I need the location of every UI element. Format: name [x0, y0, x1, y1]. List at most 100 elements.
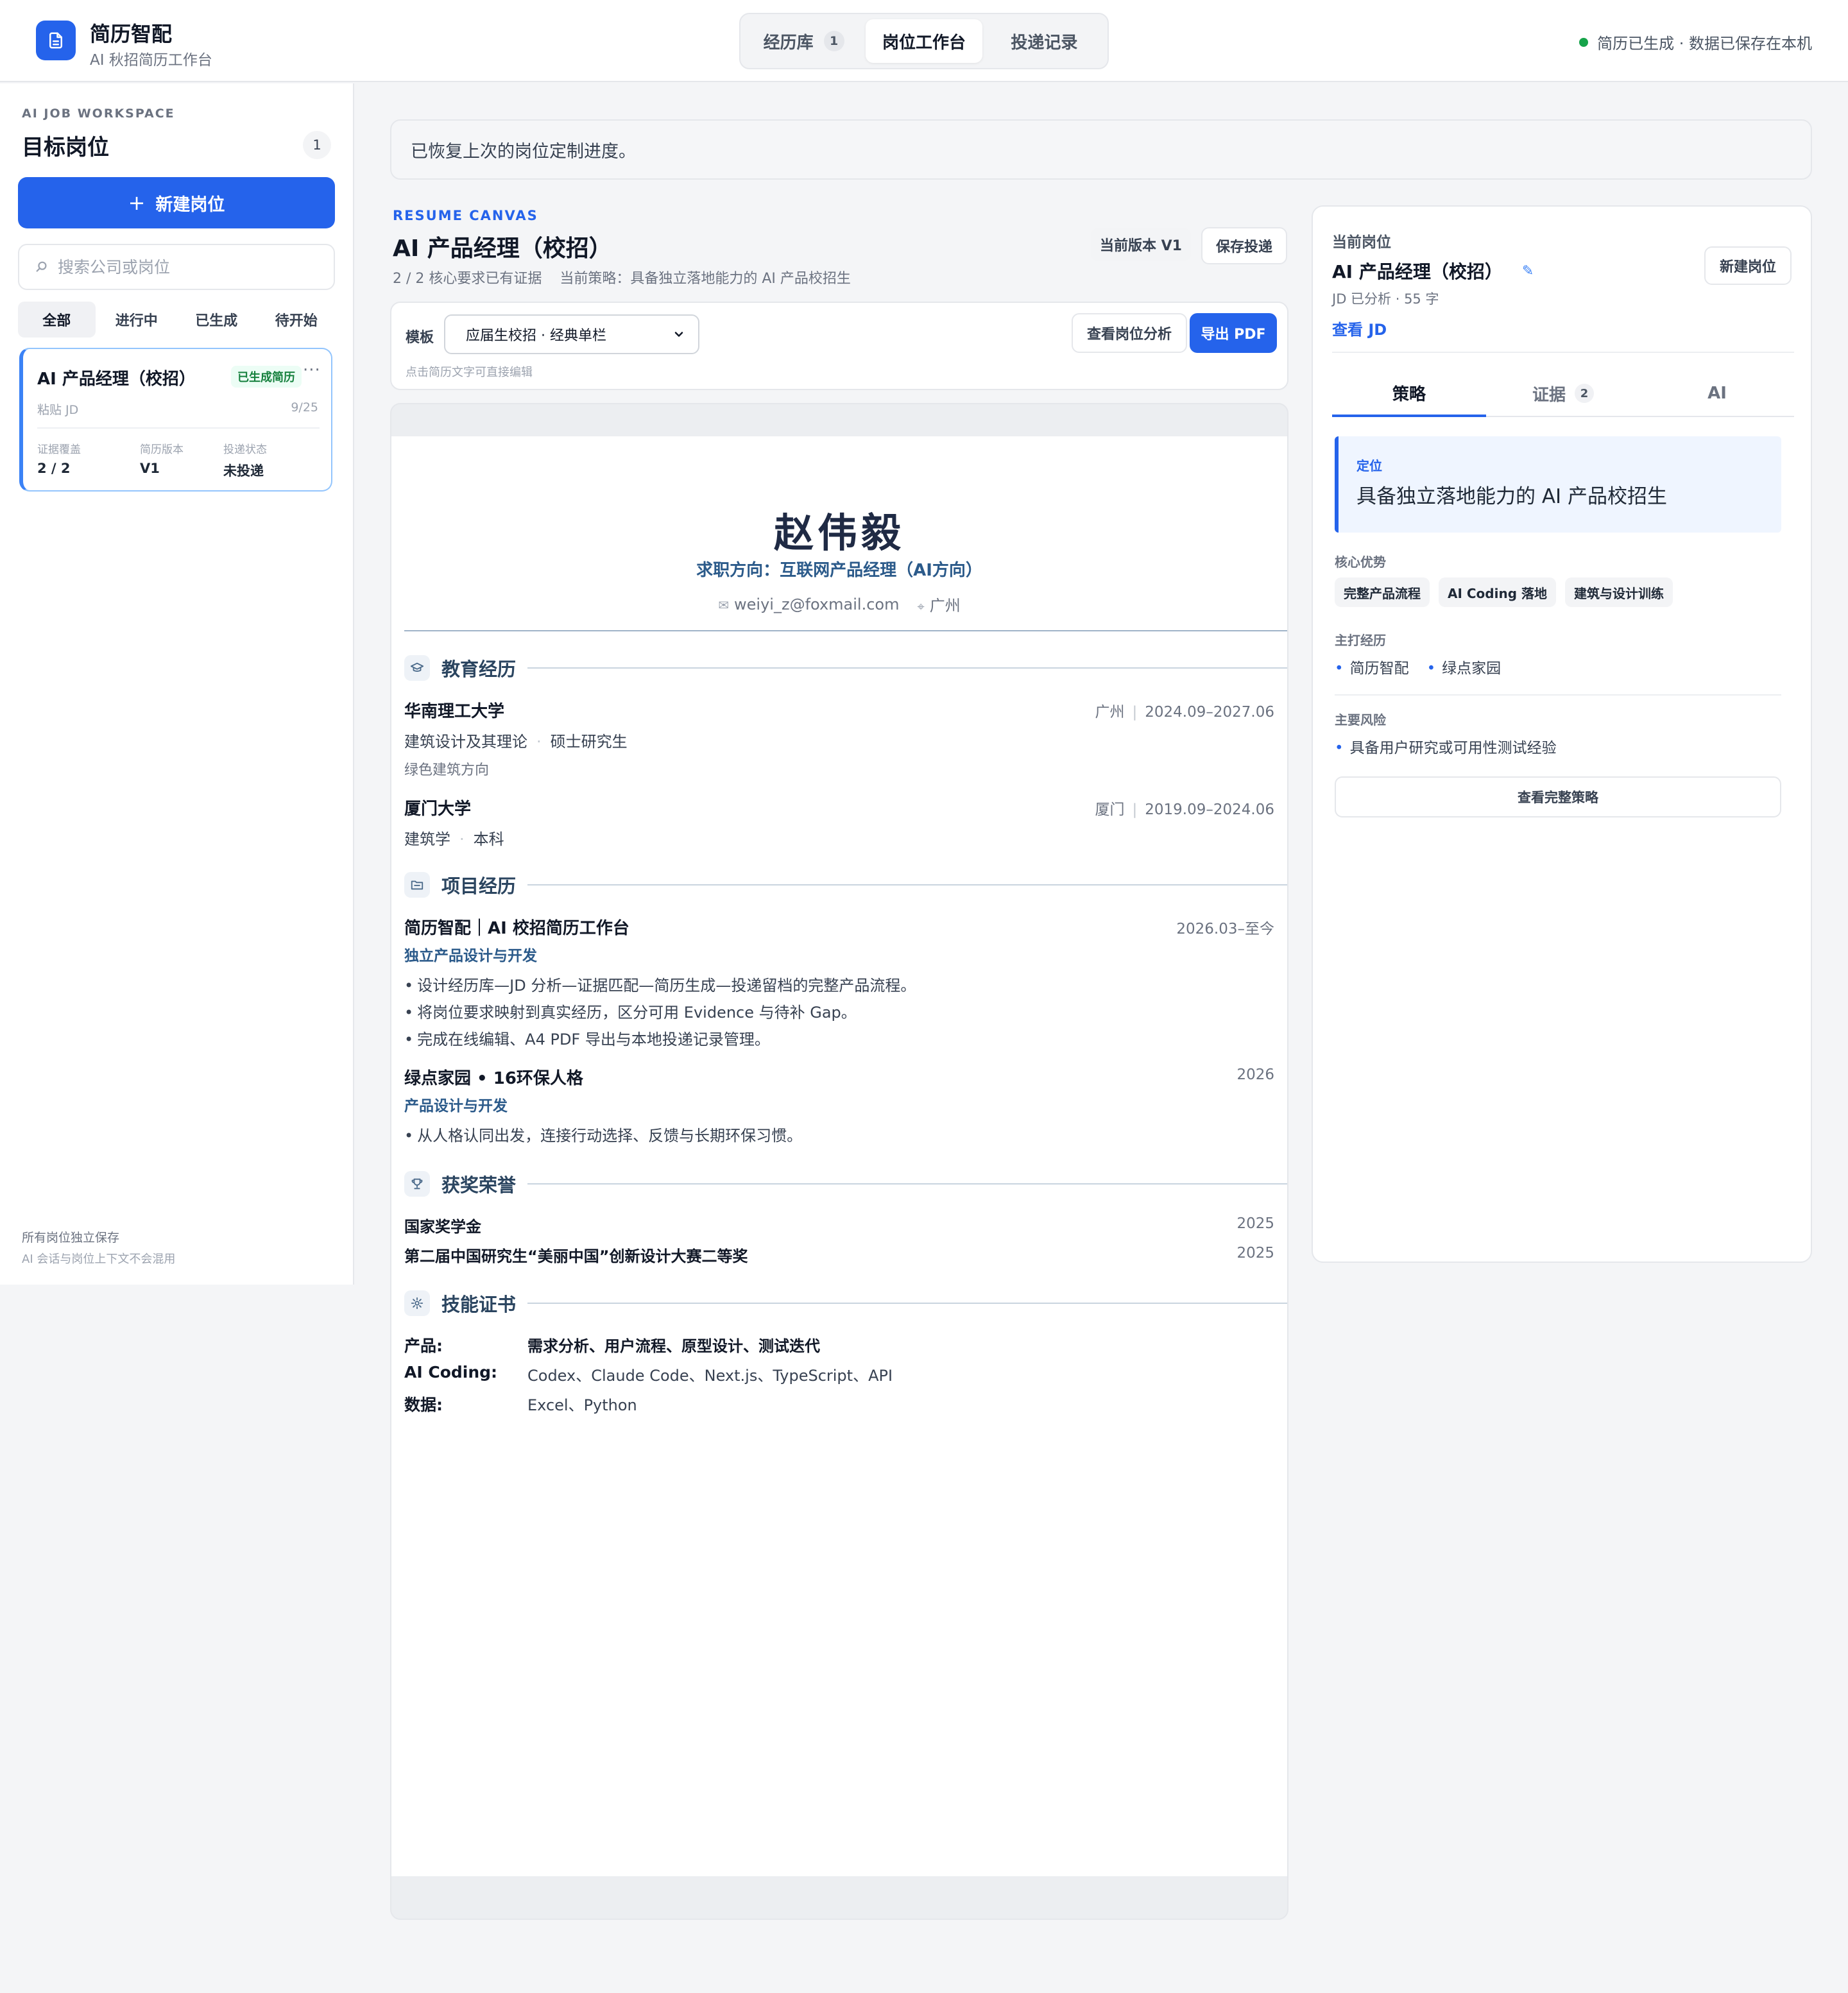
new-job-button[interactable]: + 新建岗位 [18, 177, 335, 228]
school-major[interactable]: 建筑设计及其理论 [404, 733, 527, 751]
bullet-dot-icon: • [1335, 660, 1344, 677]
tab-application-records[interactable]: 投递记录 [986, 19, 1102, 63]
school-degree[interactable]: 本科 [474, 830, 504, 848]
school-period[interactable]: 2019.09–2024.06 [1145, 801, 1274, 818]
search-icon [36, 261, 47, 272]
positioning-value: 具备独立落地能力的 AI 产品校招生 [1356, 485, 1668, 508]
section-title: 项目经历 [441, 875, 517, 897]
school-name[interactable]: 厦门大学 [404, 796, 471, 819]
view-full-strategy-button[interactable]: 查看完整策略 [1335, 776, 1781, 817]
school-major[interactable]: 建筑学 [404, 830, 450, 848]
search-box [18, 244, 335, 290]
section-rule [527, 1303, 1287, 1304]
save-submit-button[interactable]: 保存投递 [1201, 227, 1287, 264]
tab-experience-library[interactable]: 经历库 1 [746, 19, 862, 63]
project-period[interactable]: 2026.03–至今 [1176, 916, 1274, 938]
school-degree[interactable]: 硕士研究生 [551, 733, 628, 751]
view-analysis-button[interactable]: 查看岗位分析 [1072, 313, 1187, 353]
job-card[interactable]: AI 产品经理（校招） 已生成简历 ··· 粘贴 JD 9/25 证据覆盖 2 … [19, 348, 332, 492]
main-experience-item: 简历智配 [1349, 660, 1409, 677]
skill-key[interactable]: AI Coding: [404, 1363, 497, 1381]
filter-all[interactable]: 全部 [18, 302, 96, 338]
stat-label-evidence: 证据覆盖 [37, 443, 81, 456]
filter-generated[interactable]: 已生成 [178, 302, 255, 338]
strategy-panel: 当前岗位 AI 产品经理（校招） ✎ JD 已分析 · 55 字 查看 JD 新… [1312, 205, 1812, 1263]
risk-list: • 具备用户研究或可用性测试经验 [1335, 735, 1557, 757]
version-badge: 当前版本 V1 [1091, 228, 1191, 261]
location-icon: ⌖ [917, 599, 925, 614]
stat-value-application: 未投递 [223, 463, 264, 479]
tab-evidence[interactable]: 证据 2 [1486, 371, 1640, 416]
edit-hint: 点击简历文字可直接编辑 [406, 366, 533, 379]
school-name[interactable]: 华南理工大学 [404, 698, 504, 722]
canvas-eyebrow: RESUME CANVAS [393, 208, 538, 223]
strengths-label: 核心优势 [1335, 554, 1386, 570]
panel-new-job-button[interactable]: 新建岗位 [1704, 246, 1792, 285]
jd-meta: JD 已分析 · 55 字 [1332, 291, 1439, 307]
skill-value[interactable]: Codex、Claude Code、Next.js、TypeScript、API [527, 1363, 893, 1385]
strength-chips: 完整产品流程 AI Coding 落地 建筑与设计训练 [1335, 577, 1673, 607]
canvas-subtitle: 2 / 2 核心要求已有证据 当前策略：具备独立落地能力的 AI 产品校招生 [393, 271, 851, 287]
school-city[interactable]: 厦门 [1095, 801, 1125, 818]
graduation-cap-icon [404, 655, 430, 681]
separator: | [1132, 704, 1138, 721]
skill-key[interactable]: 产品: [404, 1333, 443, 1356]
trophy-icon [404, 1171, 430, 1197]
workspace-eyebrow: AI JOB WORKSPACE [22, 107, 175, 121]
panel-job-name: AI 产品经理（校招） [1332, 261, 1503, 282]
edit-icon[interactable]: ✎ [1522, 263, 1534, 279]
view-jd-link[interactable]: 查看 JD [1332, 317, 1387, 339]
project-title[interactable]: 简历智配｜AI 校招简历工作台 [404, 915, 629, 939]
skill-value[interactable]: 需求分析、用户流程、原型设计、测试迭代 [527, 1333, 820, 1356]
tab-label: 经历库 [763, 33, 814, 53]
project-role[interactable]: 产品设计与开发 [404, 1093, 508, 1115]
skill-value[interactable]: Excel、Python [527, 1392, 637, 1415]
project-period[interactable]: 2026 [1236, 1066, 1274, 1083]
separator: · [459, 830, 465, 848]
stat-label-application: 投递状态 [223, 443, 267, 456]
resume-city[interactable]: 广州 [930, 597, 961, 615]
tab-label: 岗位工作台 [882, 33, 966, 53]
plus-icon: + [128, 191, 146, 215]
school-period[interactable]: 2024.09–2027.06 [1145, 704, 1274, 721]
project-bullet[interactable]: 完成在线编辑、A4 PDF 导出与本地投递记录管理。 [404, 1027, 770, 1049]
strength-chip: AI Coding 落地 [1439, 577, 1556, 607]
tab-strategy[interactable]: 策略 [1332, 371, 1486, 417]
resume-target[interactable]: 求职方向：互联网产品经理（AI方向） [391, 557, 1287, 581]
project-bullet[interactable]: 设计经历库—JD 分析—证据匹配—简历生成—投递留档的完整产品流程。 [404, 973, 916, 995]
award-name[interactable]: 第二届中国研究生“美丽中国”创新设计大赛二等奖 [404, 1244, 748, 1266]
more-icon[interactable]: ··· [303, 361, 321, 380]
main-experience-label: 主打经历 [1335, 633, 1386, 648]
save-status: 简历已生成 · 数据已保存在本机 [1579, 31, 1812, 53]
project-role[interactable]: 独立产品设计与开发 [404, 943, 537, 965]
project-title[interactable]: 绿点家园 • 16环保人格 [404, 1065, 583, 1089]
award-year[interactable]: 2025 [1236, 1215, 1274, 1232]
filter-pending[interactable]: 待开始 [258, 302, 336, 338]
resume-email[interactable]: weiyi_z@foxmail.com [734, 595, 899, 613]
filter-in-progress[interactable]: 进行中 [98, 302, 176, 338]
school-city[interactable]: 广州 [1095, 704, 1125, 721]
skill-key[interactable]: 数据: [404, 1392, 443, 1416]
project-bullet[interactable]: 从人格认同出发，连接行动选择、反馈与长期环保习惯。 [404, 1123, 802, 1145]
project-bullet[interactable]: 将岗位要求映射到真实经历，区分可用 Evidence 与待补 Gap。 [404, 1000, 857, 1022]
header-rule [404, 630, 1287, 631]
template-select[interactable]: 应届生校招 · 经典单栏 [444, 314, 699, 354]
workspace-title: 目标岗位 [22, 135, 109, 160]
sidebar: AI JOB WORKSPACE 目标岗位 1 + 新建岗位 全部 进行中 已生… [0, 83, 354, 1285]
resume-name[interactable]: 赵伟毅 [391, 500, 1287, 558]
folder-icon [404, 872, 430, 898]
section-awards: 获奖荣誉 [404, 1170, 1287, 1197]
resume-canvas: 赵伟毅 求职方向：互联网产品经理（AI方向） ✉ weiyi_z@foxmail.… [390, 403, 1288, 1920]
job-card-title: AI 产品经理（校招） [37, 370, 196, 389]
section-title: 技能证书 [441, 1294, 517, 1315]
search-input[interactable] [56, 257, 326, 277]
export-pdf-button[interactable]: 导出 PDF [1190, 313, 1277, 353]
school-note[interactable]: 绿色建筑方向 [404, 758, 489, 779]
award-year[interactable]: 2025 [1236, 1245, 1274, 1262]
panel-job-title: AI 产品经理（校招） ✎ [1332, 258, 1534, 284]
tab-ai[interactable]: AI [1640, 371, 1794, 416]
award-name[interactable]: 国家奖学金 [404, 1214, 481, 1236]
app-header: 简历智配 AI 秋招简历工作台 经历库 1 岗位工作台 投递记录 简历已生成 ·… [0, 0, 1848, 82]
tab-job-workspace[interactable]: 岗位工作台 [866, 19, 982, 63]
school-major-line: 建筑学 · 本科 [404, 826, 504, 849]
